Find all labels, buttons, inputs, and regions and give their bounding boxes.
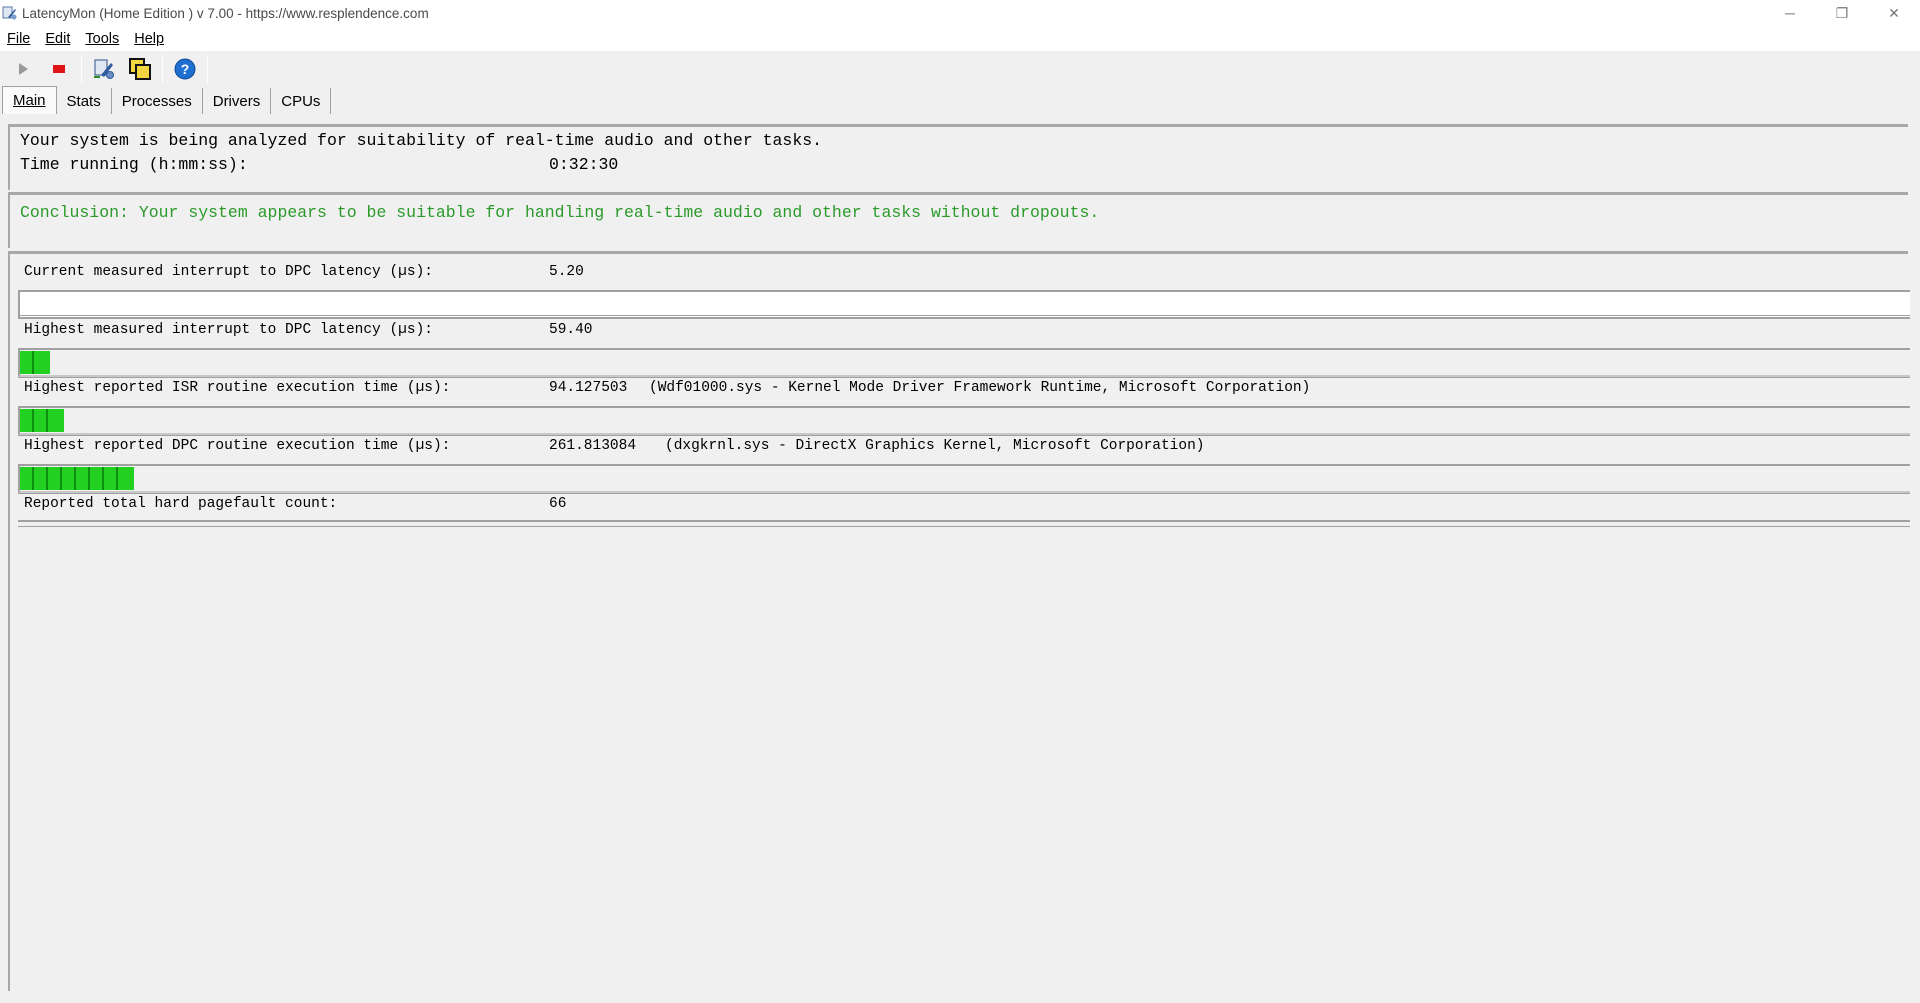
highest-dpc-latency-value: 59.40	[549, 322, 593, 338]
dpc-execution-time-meter	[18, 464, 1910, 493]
start-button[interactable]	[9, 55, 37, 83]
status-panel: Your system is being analyzed for suitab…	[8, 124, 1908, 190]
tab-main[interactable]: Main	[2, 86, 57, 114]
meter-segment	[34, 409, 48, 432]
toolbar-separator	[81, 55, 82, 83]
menu-file[interactable]: File	[5, 31, 32, 47]
conclusion-panel: Conclusion: Your system appears to be su…	[8, 192, 1908, 248]
title-bar: LatencyMon (Home Edition ) v 7.00 - http…	[0, 0, 1920, 26]
current-dpc-latency-label: Current measured interrupt to DPC latenc…	[24, 264, 433, 280]
meter-segment	[76, 467, 90, 490]
window-title: LatencyMon (Home Edition ) v 7.00 - http…	[22, 5, 429, 21]
tab-cpus[interactable]: CPUs	[271, 88, 332, 114]
meter-divider	[18, 435, 1910, 436]
help-button[interactable]: ?	[171, 55, 199, 83]
isr-execution-time-meter	[18, 406, 1910, 435]
menu-help-label: Help	[134, 31, 165, 47]
meter-segment	[62, 467, 76, 490]
dpc-execution-time-label: Highest reported DPC routine execution t…	[24, 438, 451, 454]
meter-divider	[18, 520, 1910, 522]
time-running-value: 0:32:30	[549, 155, 619, 174]
toolbar: ?	[0, 51, 1920, 87]
meter-segment	[104, 467, 118, 490]
menu-tools-label: Tools	[85, 31, 120, 47]
tab-stats[interactable]: Stats	[57, 88, 112, 114]
time-running-label: Time running (h:mm:ss):	[20, 155, 248, 174]
menu-file-label: File	[7, 31, 31, 47]
meter-segment	[90, 467, 104, 490]
hard-pagefault-count-label: Reported total hard pagefault count:	[24, 496, 338, 512]
meter-segment	[48, 467, 62, 490]
tab-bar: Main Stats Processes Drivers CPUs	[0, 86, 1920, 114]
minimize-button[interactable]: ─	[1764, 0, 1816, 26]
menu-bar: File Edit Tools Help	[0, 28, 1920, 50]
stop-button[interactable]	[45, 55, 73, 83]
stop-icon	[53, 65, 65, 73]
copy-windows-button[interactable]	[126, 55, 154, 83]
menu-help[interactable]: Help	[132, 31, 166, 47]
toolbar-separator	[162, 55, 163, 83]
meter-divider	[18, 315, 1910, 316]
isr-execution-time-label: Highest reported ISR routine execution t…	[24, 380, 451, 396]
current-dpc-latency-value: 5.20	[549, 264, 584, 280]
highest-dpc-latency-label: Highest measured interrupt to DPC latenc…	[24, 322, 433, 338]
menu-edit[interactable]: Edit	[43, 31, 72, 47]
meter-divider	[18, 493, 1910, 494]
dpc-driver-detail: (dxgkrnl.sys - DirectX Graphics Kernel, …	[665, 438, 1205, 454]
meter-segment	[48, 409, 64, 432]
meter-divider	[18, 526, 1910, 527]
hard-pagefault-count-value: 66	[549, 496, 567, 512]
meter-segment	[118, 467, 134, 490]
analyze-button[interactable]	[90, 55, 118, 83]
dpc-execution-time-value: 261.813084	[549, 438, 637, 454]
meter-segment	[34, 351, 50, 374]
latency-metrics-panel: Current measured interrupt to DPC latenc…	[8, 251, 1910, 991]
main-panel: Your system is being analyzed for suitab…	[0, 114, 1920, 1003]
svg-text:?: ?	[181, 61, 190, 77]
isr-driver-detail: (Wdf01000.sys - Kernel Mode Driver Frame…	[649, 380, 1311, 396]
isr-execution-time-value: 94.127503	[549, 380, 628, 396]
conclusion-text: Conclusion: Your system appears to be su…	[20, 203, 1100, 222]
meter-segment	[20, 351, 34, 374]
meter-segment	[20, 467, 34, 490]
tab-processes[interactable]: Processes	[112, 88, 203, 114]
restore-button[interactable]: ❐	[1816, 0, 1868, 26]
analysis-status-text: Your system is being analyzed for suitab…	[20, 131, 823, 150]
latencymon-app-icon	[2, 5, 18, 21]
copy-windows-icon	[129, 58, 151, 80]
highest-dpc-latency-meter	[18, 348, 1910, 377]
toolbar-separator	[207, 55, 208, 83]
analyze-icon	[94, 59, 114, 79]
help-icon: ?	[174, 58, 196, 80]
menu-tools[interactable]: Tools	[83, 31, 121, 47]
play-icon	[19, 63, 28, 75]
tab-drivers[interactable]: Drivers	[203, 88, 272, 114]
menu-edit-label: Edit	[45, 31, 71, 47]
meter-segment	[20, 409, 34, 432]
meter-divider	[18, 377, 1910, 378]
meter-segment	[34, 467, 48, 490]
close-button[interactable]: ✕	[1868, 0, 1920, 26]
